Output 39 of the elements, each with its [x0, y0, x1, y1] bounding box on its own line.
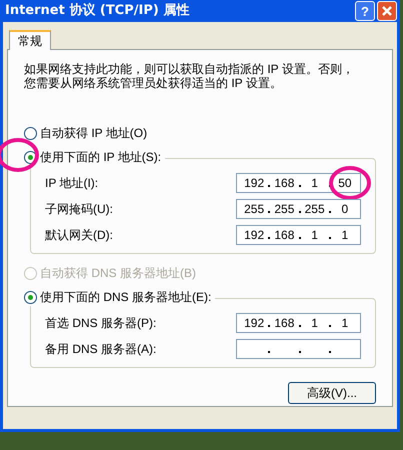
octet-text: 255 [243, 201, 266, 218]
octet-text: 255 [304, 201, 326, 218]
window-title: Internet 协议 (TCP/IP) 属性 [5, 2, 190, 20]
field-label: 首选 DNS 服务器(P): [45, 315, 156, 332]
field-label: 子网掩码(U): [45, 201, 113, 218]
ip-address-field[interactable] [236, 339, 361, 359]
ip-address-field[interactable]: 192 168 1 50 [236, 173, 361, 193]
radio-button[interactable] [24, 290, 37, 304]
octet-text: 192 [243, 227, 266, 244]
octet-text: 1 [310, 227, 319, 244]
advanced-button[interactable]: 高级(V)... [288, 382, 376, 404]
close-icon [381, 5, 393, 17]
octet-text: 1 [310, 175, 319, 192]
description-text: 如果网络支持此功能，则可以获取自动指派的 IP 设置。否则，您需要从网络系统管理员处获得适当的 IP 设置。 [24, 62, 355, 90]
octet-text: 50 [337, 175, 353, 192]
radio-label: 自动获得 IP 地址(O) [40, 125, 148, 142]
octet-text: 168 [273, 175, 296, 192]
ip-address-field[interactable]: 192 168 1 1 [236, 313, 361, 333]
ip-address-field[interactable]: 192 168 1 1 [236, 225, 361, 245]
radio-label: 使用下面的 DNS 服务器地址(E): [40, 289, 212, 306]
octet-text: 0 [340, 201, 350, 218]
octet-text: 1 [310, 315, 319, 332]
octet-text: 168 [273, 315, 296, 332]
radio-label: 自动获得 DNS 服务器地址(B) [40, 265, 196, 282]
octet-text: 192 [243, 315, 266, 332]
field-label: 默认网关(D): [45, 227, 113, 244]
octet-text: 168 [273, 227, 296, 244]
radio-label: 使用下面的 IP 地址(S): [40, 149, 162, 166]
ip-address-field[interactable]: 255 255 255 0 [236, 199, 361, 219]
help-button[interactable]: ? [355, 1, 375, 21]
octet-text: 192 [243, 175, 266, 192]
octet-text: 1 [340, 315, 350, 332]
field-label: 备用 DNS 服务器(A): [45, 341, 156, 358]
octet-text: 255 [273, 201, 296, 218]
octet-text: 1 [340, 227, 350, 244]
tab[interactable]: 常规 [9, 30, 51, 50]
radio-button[interactable] [24, 126, 37, 140]
field-label: IP 地址(I): [45, 175, 98, 192]
close-button[interactable] [377, 1, 397, 21]
